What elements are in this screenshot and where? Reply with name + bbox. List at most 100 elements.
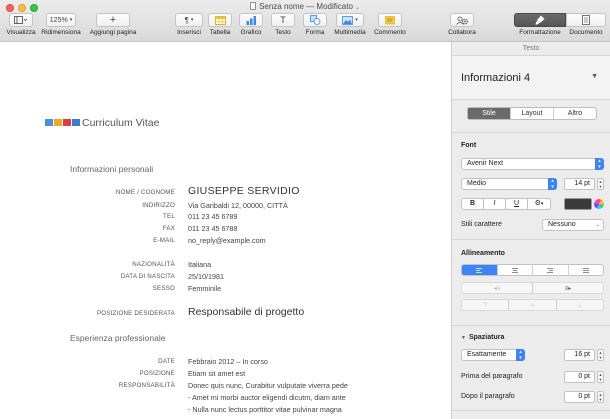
row-value: Etiam sit amet est [188, 369, 246, 378]
document-canvas[interactable]: Curriculum Vitae Informazioni personali … [0, 42, 451, 419]
document-button[interactable]: Documento [566, 13, 606, 36]
row-responsibility-line[interactable]: - Nulla nunc lectus porttitor vitae pulv… [60, 405, 440, 416]
align-top-button[interactable]: ⊤ [462, 300, 510, 310]
bold-button[interactable]: B [461, 198, 484, 210]
logo-block-blue-2 [72, 119, 80, 126]
divider [452, 325, 610, 326]
media-menu-button[interactable]: ▾ [336, 13, 364, 27]
insert-menu-button[interactable]: ¶ ▾ [175, 13, 203, 27]
row-responsibilities[interactable]: RESPONSABILITÀ Donec quis nunc, Curabitu… [60, 381, 440, 392]
align-left-icon [476, 267, 483, 273]
char-styles-select[interactable]: Nessuno ⌄ [542, 219, 604, 231]
section-experience[interactable]: Esperienza professionale [70, 333, 165, 343]
row-sex[interactable]: SESSO Femminile [60, 284, 440, 295]
paragraph-style-name: Informazioni 4 [461, 72, 531, 84]
row-desired-position[interactable]: POSIZIONE DESIDERATA Responsabile di pro… [60, 306, 440, 320]
inspector-tab-text[interactable]: Testo [452, 42, 610, 56]
row-label: DATE [158, 358, 175, 365]
space-after-stepper[interactable]: ▲ ▼ [597, 391, 604, 403]
vertical-align-buttons[interactable]: ⊤ ⊹ ⊥ [461, 299, 604, 311]
comment-button[interactable]: Commento [372, 13, 408, 36]
align-justify-icon [582, 267, 589, 273]
row-name[interactable]: NOME / COGNOME GIUSEPPE SERVIDIO [60, 185, 440, 199]
font-size-stepper[interactable]: ▲ ▼ [597, 178, 604, 190]
collaborate-icon [450, 13, 474, 27]
row-nationality[interactable]: NAZIONALITÀ Italiana [60, 260, 440, 271]
view-menu-button[interactable] [9, 13, 33, 27]
chevron-down-icon: ⌄ [595, 222, 600, 228]
chart-button[interactable]: Grafico [238, 13, 264, 36]
media-button[interactable]: ▾ Multimedia [332, 13, 368, 36]
spacing-section-label[interactable]: ▼ Spaziatura [461, 334, 504, 341]
row-dates[interactable]: DATE Febbraio 2012 – In corso [60, 357, 440, 368]
char-styles-label: Stili carattere [461, 221, 502, 228]
format-button[interactable]: Formattazione [514, 13, 566, 36]
align-middle-button[interactable]: ⊹ [509, 300, 557, 310]
chevron-down-icon: ▾ [69, 17, 73, 23]
indent-buttons[interactable]: ◂≡ ≡▸ [461, 282, 604, 294]
chevron-updown-icon: ▴ ▾ [595, 158, 604, 170]
align-center-button[interactable] [498, 265, 533, 275]
space-after-field[interactable]: 0 pt [564, 391, 595, 403]
row-label: DATA DI NASCITA [120, 273, 175, 280]
alignment-buttons[interactable] [461, 264, 604, 276]
text-options-button[interactable]: ⚙▾ [527, 198, 551, 210]
insert-button[interactable]: ¶ ▾ Inserisci [174, 13, 204, 36]
tab-style[interactable]: Stile [468, 108, 511, 119]
table-button[interactable]: Tabella [207, 13, 233, 36]
collaborate-button[interactable]: Collabora [444, 13, 480, 36]
line-spacing-mode-select[interactable]: Esattamente ▴ ▾ [461, 349, 525, 361]
row-email[interactable]: E-MAIL no_reply@example.com [60, 236, 440, 247]
bar-chart-icon [239, 13, 263, 27]
color-wheel-icon[interactable] [594, 199, 604, 209]
font-size-field[interactable]: 14 pt [564, 178, 595, 190]
row-tel[interactable]: TEL 011 23 45 6789 [60, 212, 440, 223]
space-before-field[interactable]: 0 pt [564, 371, 595, 383]
zoom-control[interactable]: 125% ▾ Ridimensiona [40, 13, 82, 36]
row-address[interactable]: INDIRIZZO Via Garibaldi 12, 00000, CITTÀ [60, 201, 440, 212]
row-label: E-MAIL [153, 237, 175, 244]
underline-button[interactable]: U [505, 198, 528, 210]
section-personal-info[interactable]: Informazioni personali [70, 164, 153, 174]
row-birthdate[interactable]: DATA DI NASCITA 25/10/1981 [60, 272, 440, 283]
line-spacing-field[interactable]: 16 pt [564, 349, 595, 361]
chevron-down-icon: ▾ [540, 201, 544, 207]
tab-layout[interactable]: Layout [511, 108, 554, 119]
view-button[interactable]: Visualizza [4, 13, 38, 36]
row-responsibility-line[interactable]: - Amet mi morbi auctor eligendi dicutm, … [60, 393, 440, 404]
tab-more[interactable]: Altro [554, 108, 596, 119]
align-justify-button[interactable] [569, 265, 604, 275]
plus-icon: + [96, 13, 130, 27]
font-family-select[interactable]: Avenir Next ▴ ▾ [461, 158, 604, 170]
divider [452, 239, 610, 240]
increase-indent-button[interactable]: ≡▸ [533, 283, 603, 293]
shape-button[interactable]: Forma [302, 13, 328, 36]
align-bottom-button[interactable]: ⊥ [557, 300, 603, 310]
align-left-button[interactable] [462, 265, 498, 275]
row-fax[interactable]: FAX 011 23 45 6788 [60, 224, 440, 235]
align-right-button[interactable] [533, 265, 569, 275]
align-middle-icon: ⊹ [529, 302, 535, 309]
paragraph-style-selector[interactable]: Informazioni 4 ▼ [452, 56, 610, 100]
window-title[interactable]: Senza nome — Modificato ⌄ [0, 2, 610, 11]
italic-button[interactable]: I [483, 198, 506, 210]
row-value: Femminile [188, 284, 222, 293]
text-button[interactable]: T Testo [270, 13, 296, 36]
paragraph-icon: ¶ [184, 15, 189, 25]
zoom-select[interactable]: 125% ▾ [46, 13, 76, 27]
window-titlebar: Senza nome — Modificato ⌄ Visualizza 125%… [0, 0, 610, 42]
divider [452, 410, 610, 411]
row-role[interactable]: POSIZIONE Etiam sit amet est [60, 369, 440, 380]
font-weight-select[interactable]: Medio ▴ ▾ [461, 178, 557, 190]
text-color-well[interactable] [564, 198, 592, 210]
logo-block-orange [54, 119, 62, 126]
inspector-segmented-control[interactable]: Stile Layout Altro [467, 107, 597, 120]
space-before-stepper[interactable]: ▲ ▼ [597, 371, 604, 383]
row-label: INDIRIZZO [142, 202, 175, 209]
cv-logo [45, 119, 80, 126]
add-page-button[interactable]: + Aggiungi pagina [86, 13, 140, 36]
cv-title[interactable]: Curriculum Vitae [82, 117, 159, 129]
line-spacing-stepper[interactable]: ▲ ▼ [597, 349, 604, 361]
decrease-indent-button[interactable]: ◂≡ [462, 283, 533, 293]
row-label: POSIZIONE DESIDERATA [96, 310, 175, 317]
